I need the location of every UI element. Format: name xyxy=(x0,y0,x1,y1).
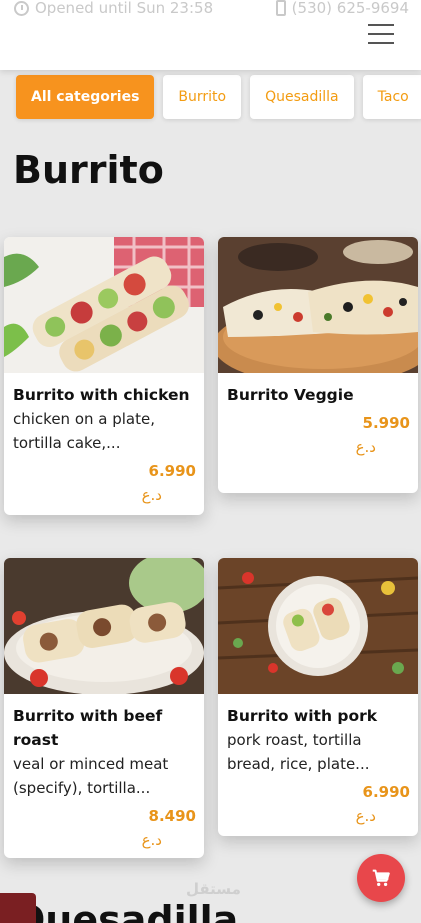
top-bar: Opened until Sun 23:58 (530) 625-9694 xyxy=(0,0,421,70)
product-name: Burrito with beef roast xyxy=(13,707,163,749)
section-title-burrito: Burrito xyxy=(13,148,164,192)
product-info: Burrito with pork pork roast, tortilla b… xyxy=(218,694,418,834)
product-currency: د.ع xyxy=(355,438,376,456)
phone-text[interactable]: (530) 625-9694 xyxy=(292,0,409,17)
product-card[interactable]: Burrito Veggie 5.990 د.ع xyxy=(218,237,418,493)
phone-icon xyxy=(275,0,286,16)
product-info: Burrito with chicken chicken on a plate,… xyxy=(4,373,204,513)
product-description: veal or minced meat (specify), tortilla.… xyxy=(13,755,169,797)
product-image xyxy=(218,558,418,694)
opening-hours: Opened until Sun 23:58 xyxy=(14,0,213,17)
product-name: Burrito with pork xyxy=(227,707,378,725)
product-name: Burrito Veggie xyxy=(227,386,354,404)
product-description: pork roast, tortilla bread, rice, plate.… xyxy=(227,731,370,773)
product-currency: د.ع xyxy=(141,486,162,504)
product-currency: د.ع xyxy=(141,831,162,849)
clock-icon xyxy=(14,0,29,16)
product-image xyxy=(218,237,418,373)
product-card[interactable]: Burrito with beef roast veal or minced m… xyxy=(4,558,204,858)
corner-logo xyxy=(0,893,36,923)
category-tabs: All categories Burrito Quesadilla Taco xyxy=(16,75,421,119)
phone-number[interactable]: (530) 625-9694 xyxy=(275,0,409,17)
product-name: Burrito with chicken xyxy=(13,386,190,404)
product-price: 8.490 xyxy=(148,807,196,825)
product-price: 5.990 xyxy=(362,414,410,432)
product-info: Burrito with beef roast veal or minced m… xyxy=(4,694,204,858)
tab-taco[interactable]: Taco xyxy=(362,75,421,119)
tab-quesadilla[interactable]: Quesadilla xyxy=(250,75,354,119)
product-card[interactable]: Burrito with chicken chicken on a plate,… xyxy=(4,237,204,515)
tab-burrito[interactable]: Burrito xyxy=(163,75,242,119)
tab-all-categories[interactable]: All categories xyxy=(16,75,155,119)
hamburger-menu-icon[interactable] xyxy=(368,24,394,46)
section-title-quesadilla: Quesadilla xyxy=(13,898,239,923)
product-image xyxy=(4,558,204,694)
info-strip: Opened until Sun 23:58 (530) 625-9694 xyxy=(14,0,409,22)
opening-hours-text: Opened until Sun 23:58 xyxy=(35,0,214,17)
cart-button[interactable] xyxy=(357,854,405,902)
product-currency: د.ع xyxy=(355,807,376,825)
product-image xyxy=(4,237,204,373)
watermark: مستقل xyxy=(186,880,241,898)
product-info: Burrito Veggie 5.990 د.ع xyxy=(218,373,418,465)
product-description: chicken on a plate, tortilla cake,... xyxy=(13,410,155,452)
product-price: 6.990 xyxy=(148,462,196,480)
product-price: 6.990 xyxy=(362,783,410,801)
product-card[interactable]: Burrito with pork pork roast, tortilla b… xyxy=(218,558,418,836)
shopping-cart-icon xyxy=(372,869,390,887)
